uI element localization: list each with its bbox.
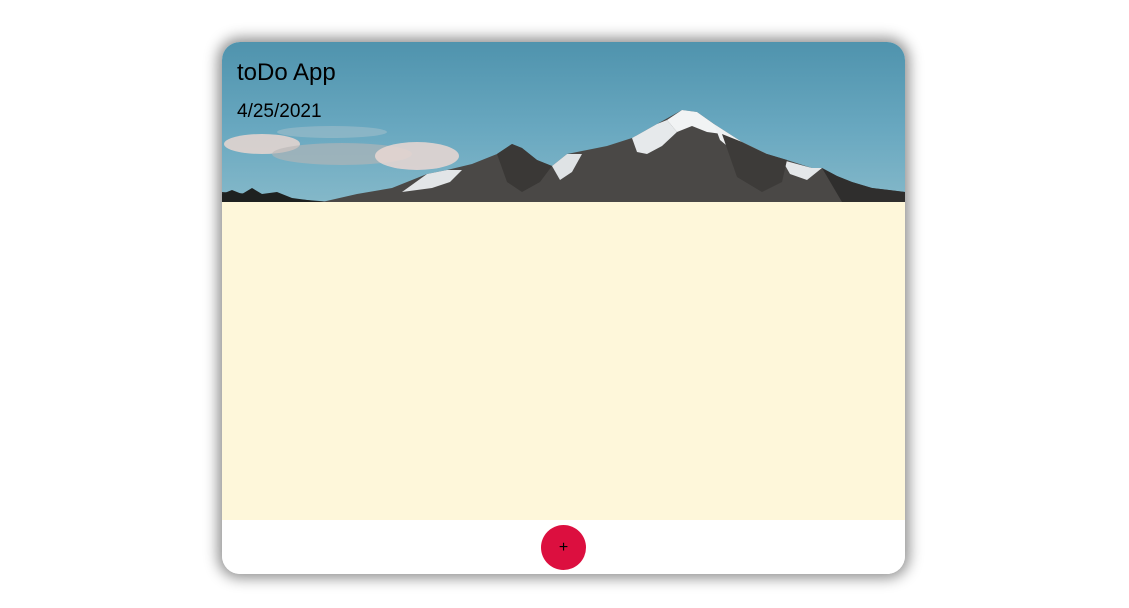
app-header: toDo App 4/25/2021 (222, 42, 905, 202)
todo-list (222, 202, 905, 520)
app-footer: + (222, 520, 905, 574)
current-date: 4/25/2021 (237, 101, 322, 122)
app-title: toDo App (237, 59, 336, 86)
add-todo-button[interactable]: + (541, 525, 586, 570)
todo-app-card: toDo App 4/25/2021 + (222, 42, 905, 574)
